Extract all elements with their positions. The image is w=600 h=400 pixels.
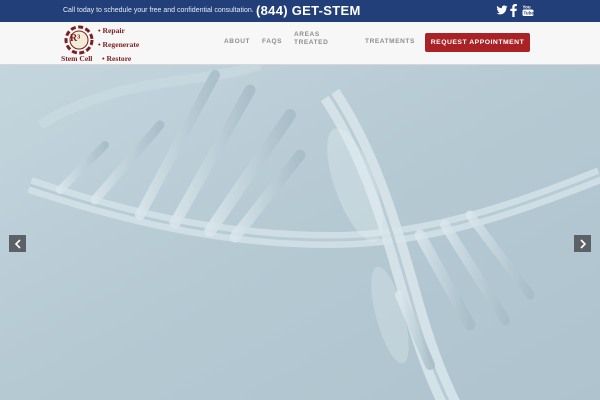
- chevron-left-icon: [14, 238, 21, 249]
- youtube-icon[interactable]: You Tube: [522, 4, 534, 18]
- svg-text:You: You: [523, 5, 531, 10]
- chevron-right-icon: [579, 238, 586, 249]
- phone-number-link[interactable]: (844) GET-STEM: [256, 3, 361, 19]
- topbar-tagline: Call today to schedule your free and con…: [63, 7, 254, 14]
- nav-faqs[interactable]: FAQS: [262, 38, 282, 46]
- nav-treatments[interactable]: TREATMENTS: [365, 38, 415, 46]
- nav-areas-line1: AREAS: [294, 31, 320, 38]
- logo-regenerate: • Regenerate: [98, 40, 140, 49]
- svg-text:Tube: Tube: [524, 11, 535, 16]
- request-appointment-button[interactable]: REQUEST APPOINTMENT: [425, 33, 530, 52]
- slider-prev-button[interactable]: [9, 235, 26, 252]
- twitter-icon[interactable]: [496, 4, 508, 18]
- slider-next-button[interactable]: [574, 235, 591, 252]
- logo-repair: • Repair: [98, 26, 125, 35]
- logo-mark-text: R³: [70, 33, 81, 44]
- nav-areas-treated[interactable]: AREAS TREATED: [294, 31, 328, 46]
- logo-stem-cell: Stem Cell: [61, 54, 93, 63]
- site-logo[interactable]: R³ • Repair • Regenerate Stem Cell • Res…: [60, 24, 155, 64]
- top-bar: Call today to schedule your free and con…: [0, 0, 600, 22]
- dna-helix-image: [0, 65, 600, 400]
- hero-slider: [0, 65, 600, 400]
- facebook-icon[interactable]: [510, 4, 517, 18]
- nav-areas-line2: TREATED: [294, 38, 329, 46]
- logo-restore: • Restore: [102, 54, 132, 63]
- nav-about[interactable]: ABOUT: [224, 38, 250, 46]
